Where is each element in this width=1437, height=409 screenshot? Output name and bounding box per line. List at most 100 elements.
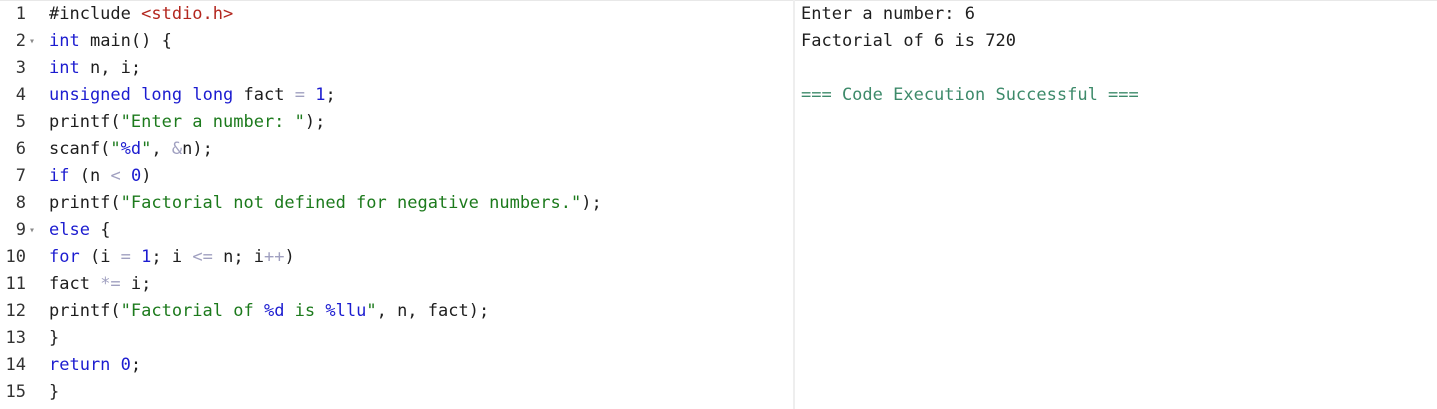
code-token: 1 <box>141 247 152 267</box>
line-number: 14 <box>5 355 26 375</box>
code-token: , <box>151 139 172 159</box>
code-token: int <box>49 58 80 78</box>
code-token: ++ <box>264 247 285 267</box>
code-line[interactable]: 13} <box>0 325 793 352</box>
code-text: printf("Enter a number: "); <box>49 109 325 136</box>
line-number: 12 <box>5 301 26 321</box>
code-line[interactable]: 12 printf("Factorial of %d is %llu", n, f… <box>0 298 793 325</box>
code-token: is <box>284 301 326 321</box>
code-token: 1 <box>315 85 326 105</box>
code-token: fact <box>49 274 101 294</box>
code-text: printf("Factorial of %d is %llu", n, fac… <box>49 298 489 325</box>
line-number: 1 <box>15 4 26 24</box>
line-number: 13 <box>5 328 26 348</box>
code-token: & <box>171 139 183 159</box>
code-line[interactable]: 15} <box>0 379 793 406</box>
code-text: else { <box>49 217 110 244</box>
code-token: " <box>110 139 121 159</box>
code-token: " <box>141 139 152 159</box>
code-token: n, i; <box>79 58 142 78</box>
code-token: printf( <box>49 193 121 213</box>
code-line[interactable]: 4 unsigned long long fact = 1; <box>0 82 793 109</box>
code-token: fact <box>233 85 295 105</box>
line-number: 7 <box>15 166 26 186</box>
output-line: Enter a number: 6 <box>801 4 975 24</box>
code-text: fact *= i; <box>49 271 151 298</box>
code-token: printf( <box>49 301 121 321</box>
code-editor[interactable]: 1 #include <stdio.h> 2 ▾ int main() {3 int n,… <box>0 0 793 409</box>
code-line[interactable]: 9 ▾ else { <box>0 217 793 244</box>
code-token: int <box>49 31 80 51</box>
code-token: %llu <box>325 301 367 321</box>
code-line[interactable]: 11 fact *= i; <box>0 271 793 298</box>
code-text: #include <stdio.h> <box>49 1 233 28</box>
code-token: unsigned <box>49 85 131 105</box>
code-token: , n, fact); <box>376 301 490 321</box>
code-line[interactable]: 7 if (n < 0) <box>0 163 793 190</box>
code-token: "Enter a number: " <box>120 112 305 132</box>
code-text: for (i = 1; i <= n; i++) <box>49 244 295 271</box>
line-number: 2 <box>15 31 26 51</box>
line-number: 3 <box>15 58 26 78</box>
line-number: 9 <box>15 220 26 240</box>
line-number: 5 <box>15 112 26 132</box>
code-token: #include <box>49 4 142 24</box>
line-number: 8 <box>15 193 26 213</box>
line-number: 11 <box>5 274 26 294</box>
code-line[interactable]: 6 scanf("%d", &n); <box>0 136 793 163</box>
fold-toggle-icon[interactable]: ▾ <box>29 28 39 55</box>
code-token: main() { <box>79 31 172 51</box>
fold-toggle-icon[interactable]: ▾ <box>29 217 39 244</box>
code-token: if <box>49 166 70 186</box>
line-number: 4 <box>15 85 26 105</box>
code-token: for <box>49 247 80 267</box>
code-text: printf("Factorial not defined for negati… <box>49 190 602 217</box>
code-token: ; i <box>151 247 193 267</box>
code-token: = <box>120 247 131 267</box>
code-token: = <box>294 85 305 105</box>
code-line[interactable]: 14 return 0; <box>0 352 793 379</box>
code-line[interactable]: 10 for (i = 1; i <= n; i++) <box>0 244 793 271</box>
execution-status: === Code Execution Successful === <box>801 85 1139 105</box>
code-text: unsigned long long fact = 1; <box>49 82 336 109</box>
code-token: "Factorial of <box>120 301 264 321</box>
code-text: int n, i; <box>49 55 141 82</box>
code-token: return <box>49 355 111 375</box>
code-token: ; <box>325 85 336 105</box>
line-number: 6 <box>15 139 26 159</box>
code-token: <stdio.h> <box>141 4 234 24</box>
code-token: %d <box>263 301 285 321</box>
code-token: "Factorial not defined for negative numb… <box>120 193 582 213</box>
code-token: %d <box>120 139 142 159</box>
code-token: 0 <box>130 166 142 186</box>
code-token: ) <box>141 166 152 186</box>
code-line[interactable]: 5 printf("Enter a number: "); <box>0 109 793 136</box>
code-token: printf( <box>49 112 121 132</box>
code-line[interactable]: 1 #include <stdio.h> <box>0 1 793 28</box>
code-token: ) <box>284 247 295 267</box>
code-token: ); <box>581 193 602 213</box>
code-line[interactable]: 8 printf("Factorial not defined for negat… <box>0 190 793 217</box>
code-line[interactable]: 3 int n, i; <box>0 55 793 82</box>
code-token: n; i <box>212 247 265 267</box>
code-token: (i <box>79 247 121 267</box>
code-token: n); <box>182 139 213 159</box>
code-token: *= <box>100 274 121 294</box>
code-token: (n <box>69 166 111 186</box>
code-line[interactable]: 2 ▾ int main() { <box>0 28 793 55</box>
output-line: Factorial of 6 is 720 <box>801 31 1016 51</box>
code-token: { <box>89 220 111 240</box>
code-text: } <box>49 325 59 352</box>
code-token: 0 <box>120 355 131 375</box>
code-token: long <box>141 85 183 105</box>
code-token: } <box>49 328 60 348</box>
output-console: Enter a number: 6 Factorial of 6 is 720 ==… <box>795 0 1437 409</box>
code-text: int main() { <box>49 28 172 55</box>
code-text: if (n < 0) <box>49 163 151 190</box>
code-token: i; <box>120 274 152 294</box>
